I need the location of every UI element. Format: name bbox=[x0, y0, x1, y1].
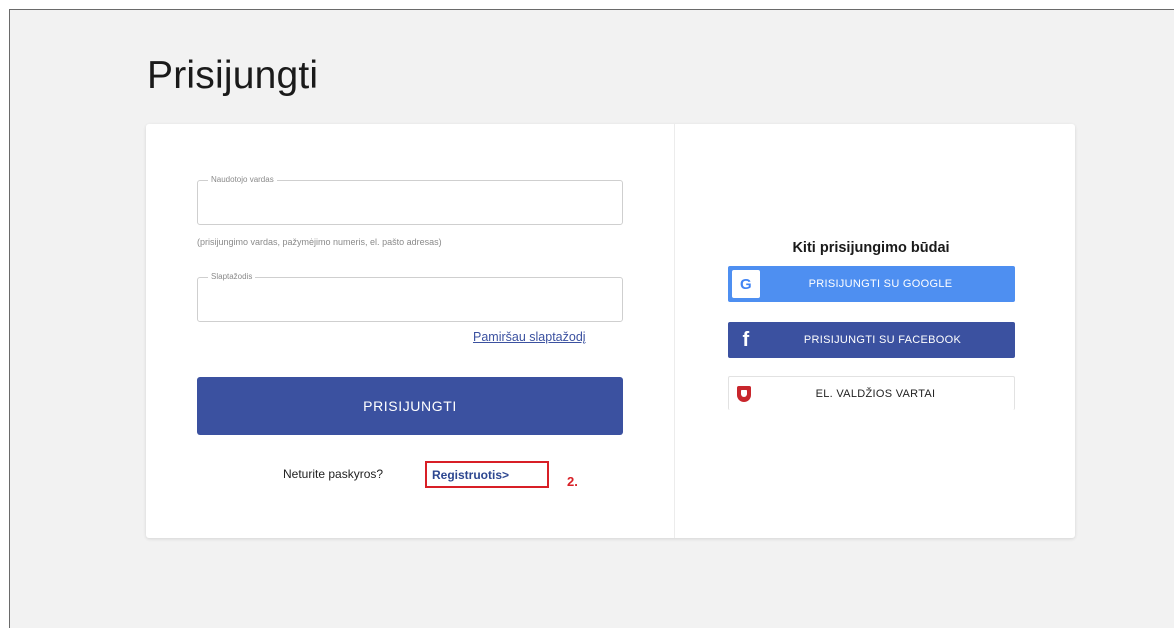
google-login-label: PRISIJUNGTI SU GOOGLE bbox=[808, 278, 953, 290]
forgot-password-link[interactable]: Pamiršau slaptažodį bbox=[473, 330, 586, 344]
frame-gap bbox=[0, 485, 9, 627]
login-button[interactable]: PRISIJUNGTI bbox=[197, 377, 623, 435]
facebook-icon: f bbox=[742, 328, 750, 351]
username-hint: (prisijungimo vardas, pažymėjimo numeris… bbox=[197, 237, 442, 247]
google-login-button[interactable]: G PRISIJUNGTI SU GOOGLE bbox=[728, 266, 1015, 302]
facebook-login-button[interactable]: f PRISIJUNGTI SU FACEBOOK bbox=[728, 322, 1015, 358]
facebook-login-label: PRISIJUNGTI SU FACEBOOK bbox=[803, 334, 962, 346]
register-link[interactable]: Registruotis> bbox=[425, 461, 549, 488]
username-input[interactable] bbox=[208, 193, 612, 217]
gov-gateway-label: EL. VALDŽIOS VARTAI bbox=[815, 387, 936, 400]
username-label: Naudotojo vardas bbox=[208, 174, 277, 186]
register-link-label: Registruotis> bbox=[432, 467, 510, 482]
register-prompt: Neturite paskyros? bbox=[283, 467, 384, 481]
password-label: Slaptažodis bbox=[208, 271, 256, 283]
page-background: Prisijungti Naudotojo vardas (prisijungi… bbox=[9, 9, 1174, 628]
coat-of-arms-icon bbox=[737, 385, 751, 402]
google-icon: G bbox=[732, 270, 760, 298]
login-card: Naudotojo vardas (prisijungimo vardas, p… bbox=[146, 124, 1075, 538]
gov-gateway-button[interactable]: EL. VALDŽIOS VARTAI bbox=[728, 376, 1015, 410]
password-field[interactable]: Slaptažodis bbox=[197, 271, 623, 322]
page-title: Prisijungti bbox=[147, 54, 319, 97]
other-methods-title: Kiti prisijungimo būdai bbox=[792, 240, 950, 256]
card-divider bbox=[674, 124, 675, 538]
step-marker: 2. bbox=[567, 474, 578, 489]
username-field[interactable]: Naudotojo vardas bbox=[197, 174, 623, 225]
svg-text:G: G bbox=[740, 276, 752, 292]
password-input[interactable] bbox=[208, 290, 612, 314]
